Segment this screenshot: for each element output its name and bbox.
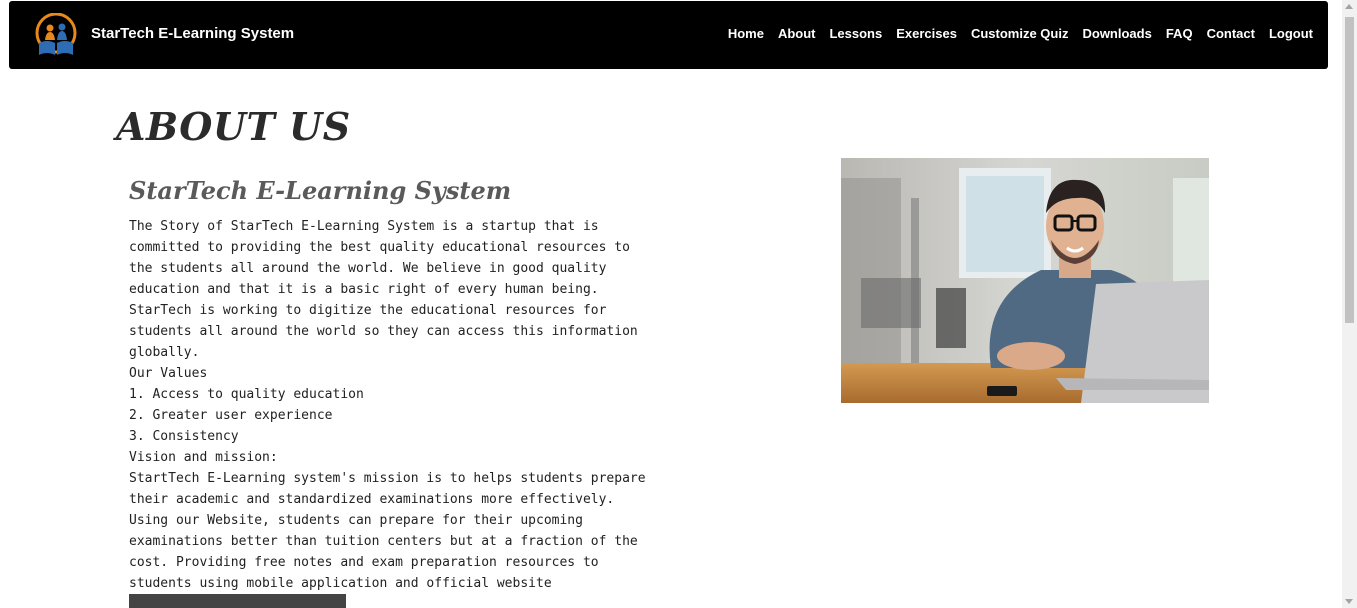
nav-exercises[interactable]: Exercises xyxy=(896,26,957,41)
scroll-up-icon[interactable] xyxy=(1345,4,1353,9)
nav-lessons[interactable]: Lessons xyxy=(829,26,882,41)
scrollbar-thumb[interactable] xyxy=(1345,17,1354,323)
scroll-down-icon[interactable] xyxy=(1345,599,1353,604)
about-content: The Story of StarTech E-Learning System … xyxy=(129,216,659,594)
section-title: StarTech E-Learning System xyxy=(129,176,512,205)
story-paragraph: The Story of StarTech E-Learning System … xyxy=(129,219,638,360)
nav-downloads[interactable]: Downloads xyxy=(1082,26,1151,41)
brand-name[interactable]: StarTech E-Learning System xyxy=(91,25,294,42)
page-scrollbar[interactable] xyxy=(1342,0,1357,608)
top-navbar: StarTech E-Learning System Home About Le… xyxy=(9,1,1328,69)
vision-heading: Vision and mission: xyxy=(129,450,278,465)
photo-illustration xyxy=(841,158,1209,403)
cta-button[interactable] xyxy=(129,594,346,608)
nav-about[interactable]: About xyxy=(778,26,816,41)
values-heading: Our Values xyxy=(129,366,208,381)
nav-home[interactable]: Home xyxy=(728,26,764,41)
nav-faq[interactable]: FAQ xyxy=(1166,26,1193,41)
nav-logout[interactable]: Logout xyxy=(1269,26,1313,41)
man-with-laptop-image xyxy=(841,158,1209,403)
vision-paragraph: StartTech E-Learning system's mission is… xyxy=(129,471,646,591)
value-item: 3. Consistency xyxy=(129,429,239,444)
book-student-logo-icon[interactable] xyxy=(33,13,79,57)
nav-contact[interactable]: Contact xyxy=(1207,26,1255,41)
value-item: 1. Access to quality education xyxy=(129,387,364,402)
nav-customize-quiz[interactable]: Customize Quiz xyxy=(971,26,1069,41)
main-nav: Home About Lessons Exercises Customize Q… xyxy=(728,26,1313,41)
value-item: 2. Greater user experience xyxy=(129,408,333,423)
page-title: ABOUT US xyxy=(116,104,351,149)
